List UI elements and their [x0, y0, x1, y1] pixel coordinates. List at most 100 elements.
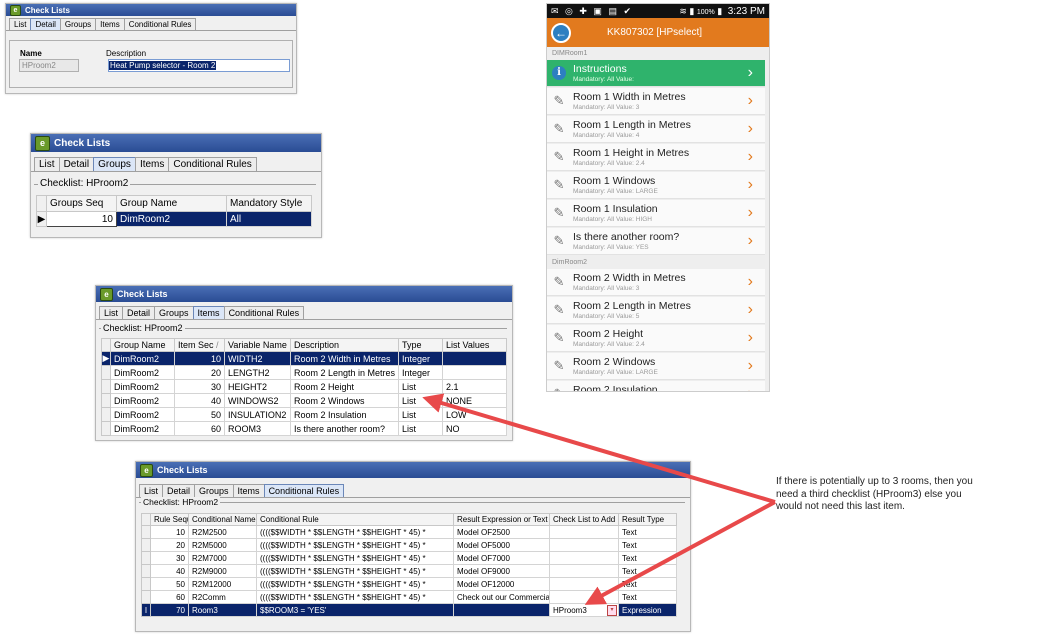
tab-items[interactable]: Items [95, 18, 125, 30]
conditional-name-cell[interactable]: R2M9000 [188, 564, 257, 578]
table-row[interactable]: 20 R2M5000 (((($$WIDTH * $$LENGTH * $$HEIG… [141, 538, 677, 552]
tab-conditional-rules[interactable]: Conditional Rules [123, 18, 197, 30]
item-seq-cell[interactable]: 30 [174, 379, 225, 394]
result-type-cell[interactable]: Text [618, 590, 677, 604]
item-seq-cell[interactable]: 40 [174, 393, 225, 408]
conditional-name-cell[interactable]: Room3 [188, 603, 257, 617]
item-seq-cell[interactable]: 50 [174, 407, 225, 422]
result-expression-cell[interactable] [453, 603, 550, 617]
result-type-cell[interactable]: Text [618, 564, 677, 578]
group-name-cell[interactable]: DimRoom2 [110, 393, 175, 408]
conditional-name-cell[interactable]: R2M2500 [188, 525, 257, 539]
group-name-cell[interactable]: DimRoom2 [110, 421, 175, 436]
col-group-name[interactable]: Group Name [110, 338, 175, 352]
variable-name-cell[interactable]: WINDOWS2 [224, 393, 291, 408]
list-item[interactable]: ✎ Room 2 Height Mandatory: All Value: 2.4 › [547, 325, 765, 352]
lookup-button-icon[interactable]: ▾ [607, 605, 617, 616]
list-item[interactable]: ✎ Room 1 Windows Mandatory: All Value: LAR… [547, 172, 765, 199]
col-group-name[interactable]: Group Name [116, 195, 227, 212]
tab-detail[interactable]: Detail [122, 306, 156, 319]
group-name-cell[interactable]: DimRoom2 [110, 379, 175, 394]
group-name-cell[interactable]: DimRoom2 [110, 351, 175, 366]
list-item[interactable]: ✎ Room 1 Height in Metres Mandatory: All V… [547, 144, 765, 171]
table-row[interactable]: 30 R2M7000 (((($$WIDTH * $$LENGTH * $$HEIG… [141, 551, 677, 565]
description-cell[interactable]: Room 2 Height [290, 379, 399, 394]
col-conditional-name[interactable]: Conditional Name [188, 513, 257, 526]
result-expression-cell[interactable]: Model OF5000 [453, 538, 550, 552]
group-name-cell[interactable]: DimRoom2 [110, 407, 175, 422]
tab-groups[interactable]: Groups [154, 306, 194, 319]
col-groups-seq[interactable]: Groups Seq [46, 195, 117, 212]
variable-name-cell[interactable]: HEIGHT2 [224, 379, 291, 394]
conditional-rule-cell[interactable]: (((($$WIDTH * $$LENGTH * $$HEIGHT * 45) … [256, 577, 454, 591]
table-row[interactable]: ▶ 10 DimRoom2 All [36, 211, 312, 227]
conditional-rule-cell[interactable]: (((($$WIDTH * $$LENGTH * $$HEIGHT * 45) … [256, 525, 454, 539]
table-row[interactable]: ▶ DimRoom2 10 WIDTH2 Room 2 Width in Metres I… [101, 351, 507, 366]
item-seq-cell[interactable]: 60 [174, 421, 225, 436]
col-mandatory-style[interactable]: Mandatory Style [226, 195, 312, 212]
col-variable-name[interactable]: Variable Name [224, 338, 291, 352]
check-list-to-add-cell[interactable] [549, 538, 619, 552]
tab-list[interactable]: List [139, 484, 164, 497]
col-result-expression[interactable]: Result Expression or Text [453, 513, 550, 526]
result-type-cell[interactable]: Expression [618, 603, 677, 617]
list-values-cell[interactable]: NONE [442, 393, 507, 408]
check-list-to-add-cell[interactable] [549, 551, 619, 565]
tab-groups[interactable]: Groups [59, 18, 97, 30]
tab-conditional-rules[interactable]: Conditional Rules [223, 306, 305, 319]
rule-seq-cell[interactable]: 70 [150, 603, 189, 617]
table-row[interactable]: DimRoom2 50 INSULATION2 Room 2 Insulation Li… [101, 407, 507, 422]
check-list-to-add-cell[interactable] [549, 564, 619, 578]
list-item[interactable]: ✎ Room 2 Windows Mandatory: All Value: LAR… [547, 353, 765, 380]
list-item[interactable]: ✎ Room 2 Length in Metres Mandatory: All V… [547, 297, 765, 324]
variable-name-cell[interactable]: LENGTH2 [224, 365, 291, 380]
description-cell[interactable]: Is there another room? [290, 421, 399, 436]
tab-detail[interactable]: Detail [162, 484, 196, 497]
type-cell[interactable]: List [398, 421, 443, 436]
list-values-cell[interactable]: NO [442, 421, 507, 436]
conditional-rule-cell[interactable]: (((($$WIDTH * $$LENGTH * $$HEIGHT * 45) … [256, 538, 454, 552]
list-values-cell[interactable]: 2.1 [442, 379, 507, 394]
tab-items[interactable]: Items [134, 157, 170, 171]
conditional-rule-cell[interactable]: (((($$WIDTH * $$LENGTH * $$HEIGHT * 45) … [256, 551, 454, 565]
groups-seq-cell[interactable]: 10 [46, 211, 117, 227]
description-cell[interactable]: Room 2 Width in Metres [290, 351, 399, 366]
result-type-cell[interactable]: Text [618, 525, 677, 539]
col-rule-seq[interactable]: Rule Sequ [150, 513, 189, 526]
conditional-name-cell[interactable]: R2Comm [188, 590, 257, 604]
item-seq-cell[interactable]: 20 [174, 365, 225, 380]
table-row[interactable]: DimRoom2 60 ROOM3 Is there another room? Lis… [101, 421, 507, 436]
check-list-to-add-cell[interactable] [549, 525, 619, 539]
conditional-name-cell[interactable]: R2M7000 [188, 551, 257, 565]
description-cell[interactable]: Room 2 Insulation [290, 407, 399, 422]
conditional-rule-cell[interactable]: $$ROOM3 = 'YES' [256, 603, 454, 617]
tab-list[interactable]: List [34, 157, 60, 171]
back-button[interactable]: ← [551, 22, 571, 43]
rule-seq-cell[interactable]: 60 [150, 590, 189, 604]
type-cell[interactable]: List [398, 407, 443, 422]
table-row[interactable]: 40 R2M9000 (((($$WIDTH * $$LENGTH * $$HEIG… [141, 564, 677, 578]
variable-name-cell[interactable]: INSULATION2 [224, 407, 291, 422]
variable-name-cell[interactable]: ROOM3 [224, 421, 291, 436]
description-cell[interactable]: Room 2 Length in Metres [290, 365, 399, 380]
conditional-name-cell[interactable]: R2M5000 [188, 538, 257, 552]
table-row[interactable]: DimRoom2 20 LENGTH2 Room 2 Length in Metres… [101, 365, 507, 380]
group-name-cell[interactable]: DimRoom2 [110, 365, 175, 380]
variable-name-cell[interactable]: WIDTH2 [224, 351, 291, 366]
col-result-type[interactable]: Result Type [618, 513, 677, 526]
table-row[interactable]: 60 R2Comm (((($$WIDTH * $$LENGTH * $$HEIGH… [141, 590, 677, 604]
tab-list[interactable]: List [9, 18, 32, 30]
col-type[interactable]: Type [398, 338, 443, 352]
tab-conditional-rules[interactable]: Conditional Rules [263, 484, 345, 497]
name-field[interactable]: HProom2 [19, 59, 79, 72]
conditional-rule-cell[interactable]: (((($$WIDTH * $$LENGTH * $$HEIGHT * 45) … [256, 590, 454, 604]
col-conditional-rule[interactable]: Conditional Rule [256, 513, 454, 526]
list-item[interactable]: i Instructions Mandatory: All Value: › [547, 60, 765, 87]
rule-seq-cell[interactable]: 30 [150, 551, 189, 565]
rule-seq-cell[interactable]: 40 [150, 564, 189, 578]
list-item[interactable]: ✎Room 2 InsulationMandatory: All Value: … [547, 381, 765, 391]
tab-detail[interactable]: Detail [30, 18, 61, 30]
rule-seq-cell[interactable]: 50 [150, 577, 189, 591]
type-cell[interactable]: Integer [398, 365, 443, 380]
tab-conditional-rules[interactable]: Conditional Rules [168, 157, 257, 171]
